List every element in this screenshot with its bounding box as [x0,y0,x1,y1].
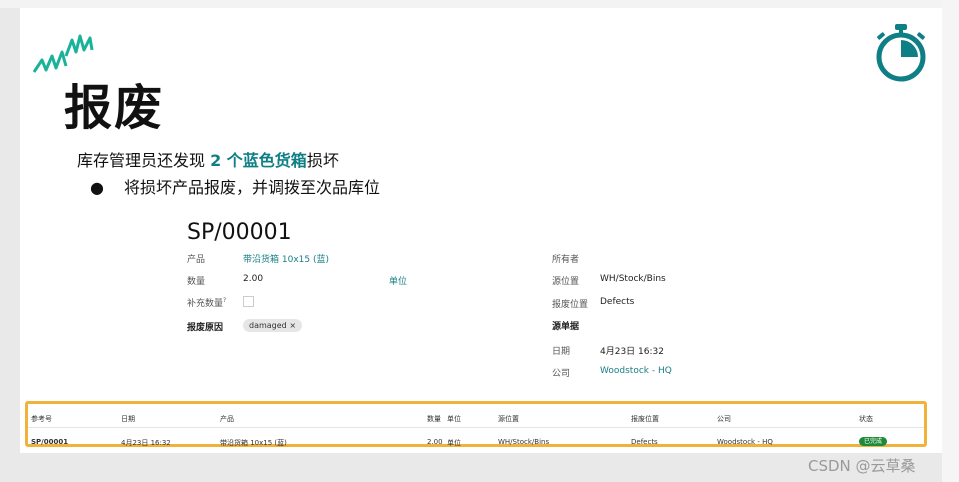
slide: 报废 库存管理员还发现 2 个蓝色货箱损坏 ● 将损坏产品报废，并调拨至次品库位 … [20,8,942,453]
replenish-checkbox[interactable] [243,296,254,307]
date-label: 日期 [552,347,571,357]
source-doc-label: 源单据 [552,322,580,332]
row-company[interactable]: Woodstock - HQ [717,438,773,446]
col-header-company[interactable]: 公司 [717,414,731,424]
qty-value[interactable]: 2.00 [243,274,263,284]
watermark: CSDN @云草桑 [808,457,916,475]
col-header-scrap-location[interactable]: 报废位置 [631,414,659,424]
row-scrap-location[interactable]: Defects [631,438,658,446]
scrap-reference: SP/00001 [187,220,292,245]
unit-value[interactable]: 单位 [389,274,407,287]
table-divider [28,427,924,428]
status-badge: 已完成 [859,437,888,446]
bullet-dot-icon: ● [90,178,104,197]
row-qty[interactable]: 2.00 [427,438,443,446]
scrap-location-label: 报废位置 [552,300,589,310]
col-header-product[interactable]: 产品 [220,414,234,424]
col-header-ref[interactable]: 参考号 [31,414,52,424]
col-header-qty[interactable]: 数量 [427,414,441,424]
right-margin [942,0,959,482]
col-header-status[interactable]: 状态 [859,414,873,424]
col-header-date[interactable]: 日期 [121,414,135,424]
company-value[interactable]: Woodstock - HQ [600,366,672,376]
subtitle: 库存管理员还发现 2 个蓝色货箱损坏 [77,151,339,170]
row-product[interactable]: 带沿货箱 10x15 (蓝) [220,438,287,448]
scrap-list-table: 参考号 日期 产品 数量 单位 源位置 报废位置 公司 状态 SP/00001 … [25,401,927,447]
page-title: 报废 [64,80,165,136]
row-status: 已完成 [859,436,888,446]
replenish-label: 补充数量? [187,297,227,309]
remove-tag-icon[interactable]: × [289,321,296,330]
col-header-unit[interactable]: 单位 [447,414,461,424]
qty-label: 数量 [187,277,206,287]
row-unit[interactable]: 单位 [447,438,461,448]
date-value[interactable]: 4月23日 16:32 [600,344,664,357]
top-strip [0,0,959,8]
row-source[interactable]: WH/Stock/Bins [498,438,549,446]
product-value[interactable]: 带沿货箱 10x15 (蓝) [243,252,329,265]
stopwatch-icon [876,24,926,82]
company-label: 公司 [552,369,571,379]
reason-label: 报废原因 [187,323,224,333]
product-label: 产品 [187,255,206,265]
scrap-location-value[interactable]: Defects [600,297,634,307]
row-date[interactable]: 4月23日 16:32 [121,438,171,448]
row-ref[interactable]: SP/00001 [31,438,68,446]
source-value[interactable]: WH/Stock/Bins [600,274,666,284]
bullet-item: ● 将损坏产品报废，并调拨至次品库位 [90,178,381,197]
source-label: 源位置 [552,277,580,287]
col-header-source[interactable]: 源位置 [498,414,519,424]
reason-tag[interactable]: damaged × [243,319,303,332]
owner-label: 所有者 [552,255,580,265]
